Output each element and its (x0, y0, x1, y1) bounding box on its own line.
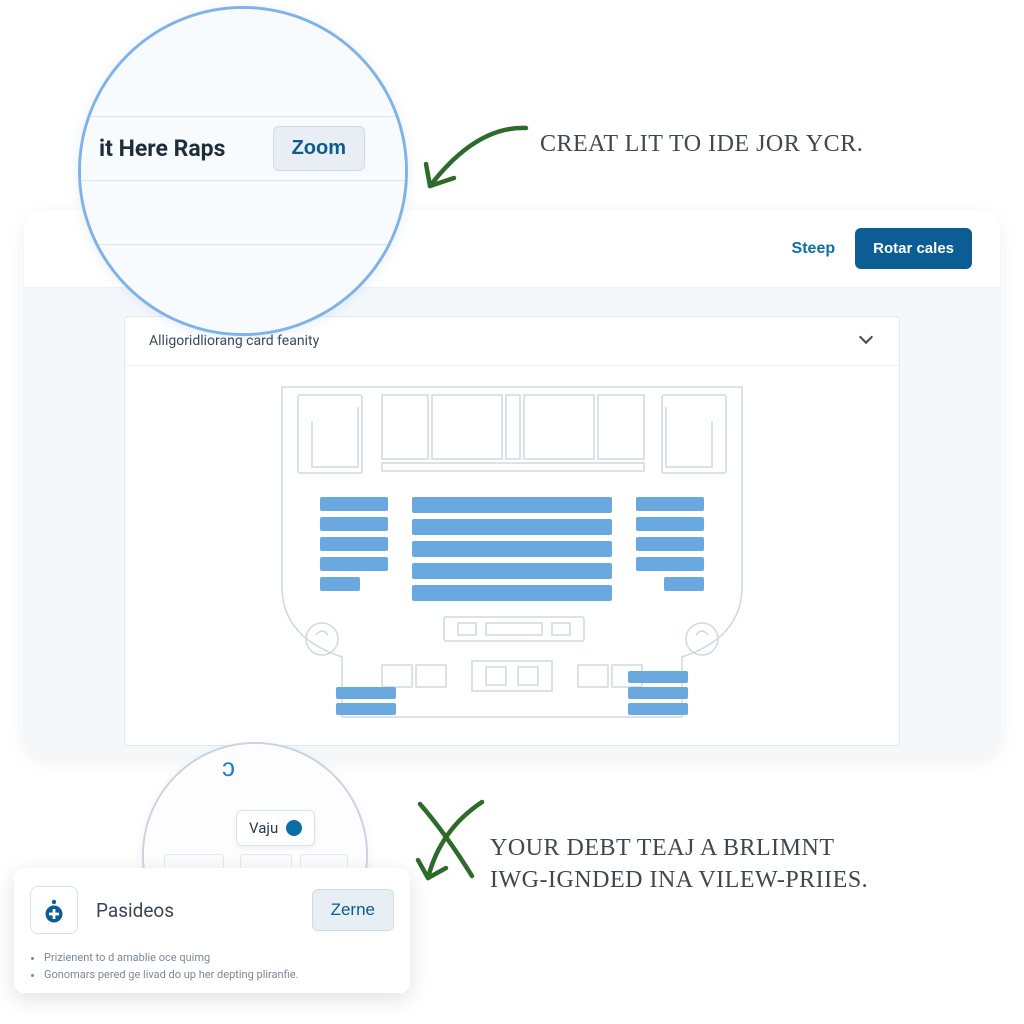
tooltip-pill[interactable]: Vaju (236, 810, 315, 846)
annotation-bottom: YOUR DEBT TEAJ A BRLIMNT IWG-IGNDED INA … (490, 832, 990, 897)
annotation-bottom-line2: IWG-IGNDED INA VILEW-PRIIES. (490, 867, 868, 893)
decor-letter: ɔ (222, 752, 235, 783)
add-person-icon (30, 886, 78, 934)
zoom-button[interactable]: Zoom (273, 126, 365, 171)
zerne-button[interactable]: Zerne (312, 889, 394, 931)
popup-title: Pasideos (96, 899, 294, 922)
popup-card: Pasideos Zerne Prizienent to d amablie o… (14, 868, 410, 993)
magnified-title: it Here Raps (99, 135, 225, 162)
tooltip-pill-label: Vaju (249, 819, 278, 837)
steep-link[interactable]: Steep (792, 240, 836, 258)
info-dot-icon (286, 820, 302, 836)
chevron-down-icon (861, 334, 875, 348)
annotation-bottom-line1: YOUR DEBT TEAJ A BRLIMNT (490, 835, 834, 861)
seating-panel: Alligoridliorang card feanity (124, 316, 900, 746)
primary-action-button[interactable]: Rotar cales (855, 228, 972, 269)
arrow-top-icon (406, 108, 536, 208)
magnifier-top: it Here Raps Zoom (78, 6, 408, 336)
popup-note-item: Gonomars pered ge livad do up her deptin… (44, 967, 394, 984)
popup-note-item: Prizienent to d amablie oce quimg (44, 950, 394, 967)
arrow-bottom-icon (400, 790, 500, 890)
annotation-top: CREAT LIT TO IDE JOR YCR. (540, 128, 863, 160)
popup-notes: Prizienent to d amablie oce quimg Gonoma… (30, 950, 394, 983)
seating-map[interactable] (125, 371, 899, 745)
